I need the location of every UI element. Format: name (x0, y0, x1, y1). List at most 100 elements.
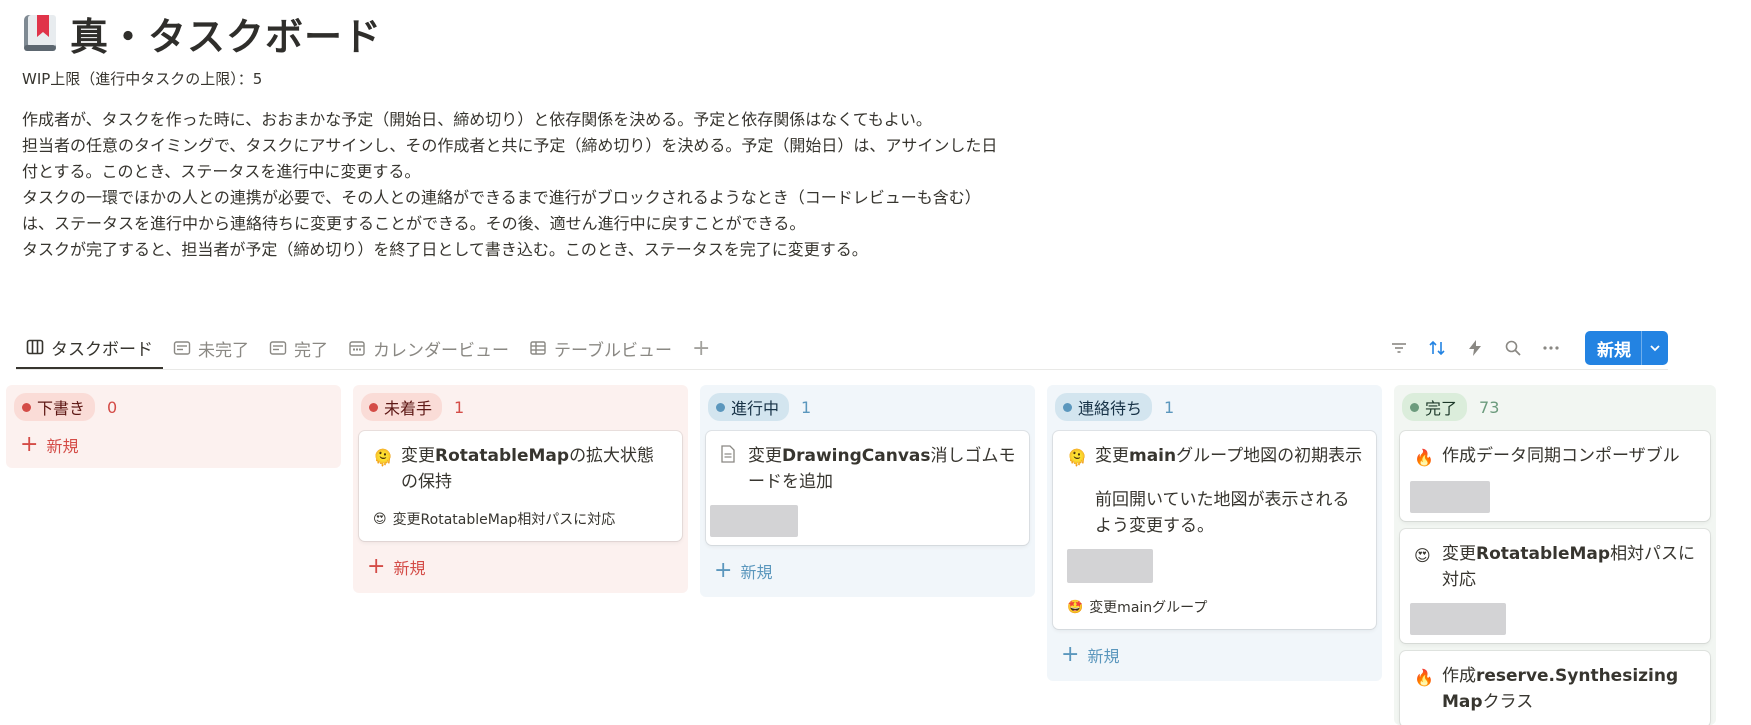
new-button[interactable]: 新規 (1585, 331, 1668, 365)
status-label: 未着手 (384, 399, 433, 418)
task-card[interactable]: 🫠 変更RotatableMapの拡大状態の保持 😍 変更RotatableMa… (359, 431, 682, 541)
melting-face-icon: 🫠 (1067, 448, 1087, 467)
more-icon[interactable] (1541, 338, 1561, 358)
relation-text: 変更RotatableMap相対パスに対応 (392, 512, 616, 528)
status-label: 下書き (37, 399, 86, 418)
image-placeholder (710, 505, 798, 537)
tab-label: 完了 (294, 340, 328, 361)
column-header[interactable]: 未着手 1 (359, 391, 682, 423)
list-icon (269, 341, 287, 355)
task-card[interactable]: 変更DrawingCanvas消しゴムモードを追加 (706, 431, 1029, 545)
column-done: 完了 73 🔥 作成データ同期コンポーザブル 😍 変更RotatableMap相… (1394, 385, 1716, 725)
heart-eyes-icon: 😍 (373, 511, 387, 527)
card-title-rest: データ同期コンポーザブル (1476, 446, 1680, 466)
description-line: 作成者が、タスクを作った時に、おおまかな予定（開始日、締め切り）と依存関係を決め… (22, 110, 932, 129)
column-header[interactable]: 下書き 0 (12, 391, 335, 423)
description-line: 担当者の任意のタイミングで、タスクにアサインし、その作成者と共に予定（締め切り）… (22, 136, 998, 181)
tab-task-board[interactable]: タスクボード (16, 327, 163, 369)
column-count: 73 (1479, 397, 1500, 417)
status-label: 連絡待ち (1078, 399, 1143, 418)
melting-face-icon: 🫠 (373, 448, 393, 467)
board-icon (26, 339, 44, 355)
table-icon (530, 341, 546, 355)
column-count: 0 (107, 397, 118, 417)
image-placeholder (1410, 481, 1490, 513)
sort-icon[interactable] (1427, 338, 1447, 358)
task-card[interactable]: 😍 変更RotatableMap相対パスに対応 (1400, 529, 1710, 643)
page-title[interactable]: 真・タスクボード (70, 6, 382, 61)
tab-label: 未完了 (198, 340, 249, 361)
image-placeholder (1410, 603, 1506, 635)
add-view-button[interactable]: + (682, 327, 720, 369)
bookmark-book-icon[interactable] (22, 13, 60, 53)
add-card-button[interactable]: + 新規 (12, 429, 335, 461)
card-title-main: RotatableMap (1476, 544, 1611, 564)
column-draft: 下書き 0 + 新規 (6, 385, 341, 468)
fire-icon: 🔥 (1414, 448, 1434, 467)
kanban-board: 下書き 0 + 新規 未着手 1 🫠 変更RotatableMapの拡大状態の保… (6, 385, 1716, 725)
relation-link[interactable]: 😍 変更RotatableMap相対パスに対応 (373, 509, 670, 529)
page-header: 真・タスクボード WIP上限（進行中タスクの上限）：5 作成者が、タスクを作った… (22, 8, 1007, 263)
column-count: 1 (454, 397, 465, 417)
wip-limit-text: WIP上限（進行中タスクの上限）：5 (22, 70, 263, 88)
filter-icon[interactable] (1389, 338, 1409, 358)
task-card[interactable]: 🔥 作成reserve.Synthesizing Mapクラス (1400, 651, 1710, 725)
view-tabs-bar: タスクボード 未完了 完了 カレンダービュー テーブルビュー + 新規 (16, 327, 1668, 370)
task-card[interactable]: 🫠 変更mainグループ地図の初期表示 前回開いていた地図が表示されるよう変更す… (1053, 431, 1376, 629)
column-todo: 未着手 1 🫠 変更RotatableMapの拡大状態の保持 😍 変更Rotat… (353, 385, 688, 593)
add-card-button[interactable]: + 新規 (359, 551, 682, 583)
new-button-label[interactable]: 新規 (1585, 331, 1641, 365)
card-title-prefix: 変更 (1095, 446, 1129, 466)
plus-icon: + (714, 558, 733, 583)
card-title-prefix: 変更 (401, 446, 435, 466)
card-title-main: DrawingCanvas (782, 446, 931, 466)
status-badge: 完了 (1402, 393, 1468, 421)
tab-complete[interactable]: 完了 (259, 327, 338, 369)
tab-table-view[interactable]: テーブルビュー (519, 327, 682, 369)
add-card-button[interactable]: + 新規 (1053, 639, 1376, 671)
fire-icon: 🔥 (1414, 668, 1434, 687)
column-waiting: 連絡待ち 1 🫠 変更mainグループ地図の初期表示 前回開いていた地図が表示さ… (1047, 385, 1382, 681)
card-title-prefix: 作成 (1442, 666, 1476, 686)
status-label: 進行中 (731, 399, 780, 418)
star-eyes-icon: 🤩 (1067, 599, 1084, 615)
image-placeholder (1067, 549, 1153, 583)
description-line: タスクが完了すると、担当者が予定（締め切り）を終了日として書き込む。このとき、ス… (22, 240, 868, 259)
tab-label: タスクボード (51, 339, 153, 360)
card-title-prefix: 作成 (1442, 446, 1476, 466)
tab-incomplete[interactable]: 未完了 (163, 327, 259, 369)
plus-icon: + (691, 335, 711, 361)
document-icon (720, 443, 738, 495)
status-badge: 進行中 (708, 393, 790, 421)
status-label: 完了 (1425, 399, 1458, 418)
tab-label: カレンダービュー (373, 340, 509, 361)
card-title-main: reserve.Synthesizing Map (1442, 666, 1679, 712)
tab-calendar-view[interactable]: カレンダービュー (338, 327, 519, 369)
column-header[interactable]: 連絡待ち 1 (1053, 391, 1376, 423)
card-title-rest: クラス (1482, 692, 1534, 712)
add-card-label: 新規 (1087, 647, 1120, 666)
card-title-rest: グループ地図の初期表示 (1176, 446, 1363, 466)
card-title-prefix: 変更 (1442, 544, 1476, 564)
add-card-label: 新規 (46, 437, 79, 456)
card-body-text: 前回開いていた地図が表示されるよう変更する。 (1095, 490, 1350, 536)
toolbar: 新規 (1389, 327, 1668, 369)
chevron-down-icon[interactable] (1641, 331, 1668, 365)
plus-icon: + (1061, 642, 1080, 667)
column-header[interactable]: 進行中 1 (706, 391, 1029, 423)
column-count: 1 (1164, 397, 1175, 417)
lightning-icon[interactable] (1465, 338, 1485, 358)
status-badge: 連絡待ち (1055, 393, 1153, 421)
plus-icon: + (20, 432, 39, 457)
task-card[interactable]: 🔥 作成データ同期コンポーザブル (1400, 431, 1710, 521)
column-count: 1 (801, 397, 812, 417)
add-card-button[interactable]: + 新規 (706, 555, 1029, 587)
page-description: 作成者が、タスクを作った時に、おおまかな予定（開始日、締め切り）と依存関係を決め… (22, 107, 1007, 263)
add-card-label: 新規 (393, 559, 426, 578)
relation-link[interactable]: 🤩 変更mainグループ (1067, 597, 1364, 617)
list-icon (173, 341, 191, 355)
heart-eyes-icon: 😍 (1414, 546, 1431, 565)
search-icon[interactable] (1503, 338, 1523, 358)
calendar-icon (349, 341, 365, 356)
column-header[interactable]: 完了 73 (1400, 391, 1710, 423)
